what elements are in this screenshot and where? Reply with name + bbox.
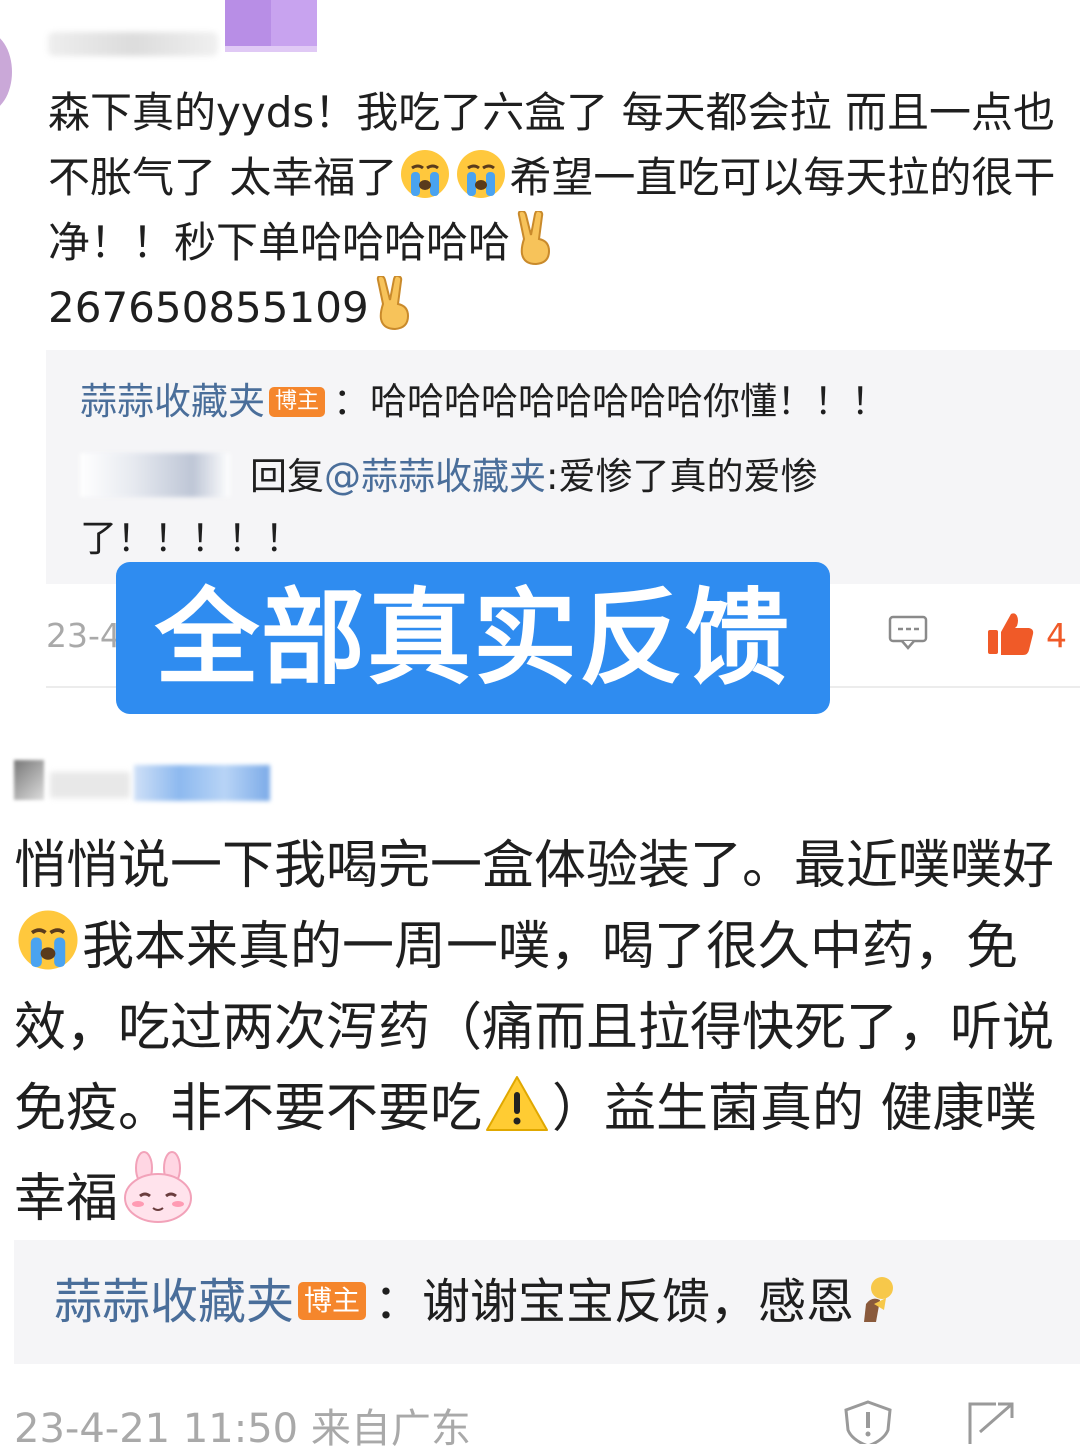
report-icon[interactable] [842,1400,894,1448]
overlay-banner: 全部真实反馈 [116,562,830,714]
thumbs-up-icon[interactable] [985,610,1035,662]
victory-hand-emoji [512,211,558,265]
reply-item[interactable]: 蒜蒜收藏夹 博主 ：哈哈哈哈哈哈哈哈哈你懂！！！ [80,376,888,428]
reply-prefix: 回复 [250,455,324,498]
reply-item[interactable]: 蒜蒜收藏夹 博主 ：谢谢宝宝反馈，感恩 [54,1268,902,1336]
reply-text: ：谢谢宝宝反馈，感恩 [374,1274,855,1330]
username-badge-blurred [134,765,270,801]
comment-icon[interactable] [888,615,928,655]
share-icon[interactable] [966,1400,1018,1448]
crying-emoji [16,908,80,972]
crying-emoji [399,148,451,200]
username-blurred[interactable] [48,32,218,56]
timestamp-location: 23-4-21 11:50 来自广东 [14,1406,471,1452]
comment-line: 悄悄说一下我喝完一盒体验装了。最近噗噗好 [14,836,1055,896]
comment-line: 我本来真的一周一噗，喝了很久中药，免 [82,917,1019,977]
order-number: 267650855109 [48,283,369,332]
comment-line: 效，吃过两次泻药（痛而且拉得快死了，听说 [14,998,1055,1058]
praying-emoji [856,1274,900,1326]
comment-text: 悄悄说一下我喝完一盒体验装了。最近噗噗好 我本来真的一周一噗，喝了很久中药，免 … [14,826,1080,1240]
bunny-emoji [120,1150,196,1224]
victory-hand-emoji [371,276,417,330]
like-count: 4 [1046,616,1067,655]
avatar[interactable] [0,32,12,112]
comment-line: 免疫。非不要不要吃 [14,1079,483,1139]
reply-author-link[interactable]: 蒜蒜收藏夹 [54,1274,294,1330]
blogger-badge: 博主 [269,387,326,417]
timestamp: 23-4 [46,616,121,655]
comment-text: 森下真的yyds！我吃了六盒了 每天都会拉 而且一点也不胀气了 太幸福了 希望一直… [48,80,1058,340]
username-blurred[interactable] [80,453,230,497]
warning-emoji [484,1074,550,1134]
reply-author-link[interactable]: 蒜蒜收藏夹 [80,380,265,423]
mention-link[interactable]: @蒜蒜收藏夹 [324,455,546,498]
reply-item[interactable]: 回复@蒜蒜收藏夹:爱惨了真的爱惨了！！！！！ [80,446,980,570]
comment-line: 幸福 [14,1169,119,1229]
comment-line: ）益生菌真的 健康噗 [552,1079,1037,1139]
blogger-badge: 博主 [298,1282,367,1320]
crying-emoji [455,148,507,200]
reply-text: ：哈哈哈哈哈哈哈哈哈你懂！！！ [333,380,889,423]
sticker-image [225,0,317,52]
avatar[interactable] [14,760,44,800]
username-blurred[interactable] [50,772,130,798]
